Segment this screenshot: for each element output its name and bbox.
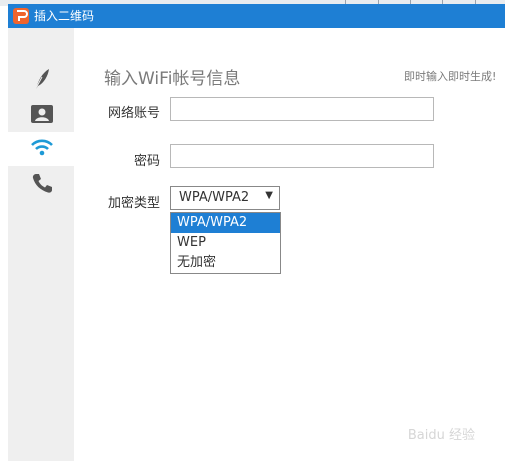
app-logo-icon [13,8,29,24]
form-heading: 输入WiFi帐号信息 [104,69,241,89]
sidebar-item-wifi[interactable] [8,132,74,166]
encryption-label: 加密类型 [107,196,160,211]
password-field[interactable] [170,144,434,168]
dropdown-arrow-icon: ▼ [265,190,273,201]
encryption-option-wep[interactable]: WEP [171,233,280,253]
wifi-icon [31,139,53,156]
sidebar-item-text[interactable] [8,62,74,96]
qr-dialog-window: 插入二维码 输入WiFi帐号信息 即时输入即时生成! 网络账号 密码 加密类型 … [8,4,505,461]
encryption-dropdown-list: WPA/WPA2 WEP 无加密 [170,212,281,274]
account-field[interactable] [170,97,434,121]
title-bar[interactable]: 插入二维码 [8,4,505,28]
instant-hint: 即时输入即时生成! [404,70,497,83]
feather-icon [34,69,49,91]
sidebar-item-contact[interactable] [8,98,74,132]
password-label: 密码 [133,154,160,169]
sidebar-item-phone[interactable] [8,166,74,200]
encryption-selected-value: WPA/WPA2 [179,190,250,205]
encryption-select[interactable]: WPA/WPA2 ▼ [170,186,280,210]
encryption-option-none[interactable]: 无加密 [171,253,280,273]
sidebar [8,28,74,461]
phone-icon [32,174,52,193]
encryption-option-wpa[interactable]: WPA/WPA2 [171,213,280,233]
wifi-form-panel: 输入WiFi帐号信息 即时输入即时生成! 网络账号 密码 加密类型 WPA/WP… [74,28,505,461]
account-label: 网络账号 [107,106,160,121]
baidu-watermark: Baidu 经验 [407,428,475,443]
contact-card-icon [31,105,53,123]
window-title: 插入二维码 [34,9,95,23]
